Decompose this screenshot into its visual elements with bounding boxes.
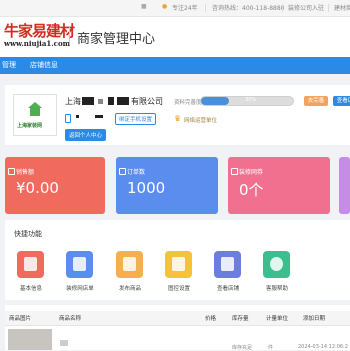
document-icon: [66, 251, 93, 278]
column-header: 库存量: [232, 316, 249, 322]
redacted-block: [95, 115, 103, 118]
slogan-text: 专注24年: [172, 5, 198, 12]
stat-label: 订单数: [127, 169, 146, 176]
divider: [282, 4, 283, 12]
service-icon: [263, 251, 290, 278]
view-store-button[interactable]: 查看店: [333, 96, 350, 106]
nav-item-manage[interactable]: 管理: [2, 60, 16, 70]
stat-value: 0个: [239, 181, 264, 199]
completeness-percent: 30%: [245, 97, 257, 103]
header-divider: [69, 27, 70, 45]
site-logo-url: www.niujia1.com: [4, 39, 71, 48]
completeness-progress-fill: [201, 97, 229, 105]
product-thumbnail[interactable]: [8, 329, 52, 350]
company-name-suffix: 有限公司: [131, 97, 163, 106]
column-header: 添加日期: [303, 316, 326, 322]
top-utility-bar: ■ ● 专注24年 咨询热线：400-118-8880 装修公司入驻 建材商: [0, 0, 350, 17]
materials-link[interactable]: 建材商: [334, 3, 350, 12]
nav-item-store-info[interactable]: 店铺信息: [30, 60, 58, 70]
smile-icon: [165, 251, 192, 278]
company-name: 上海: [65, 97, 81, 106]
redacted-block: [98, 99, 103, 104]
site-header: 牛家易建材 www.niujia1.com 商家管理中心: [0, 17, 350, 57]
main-nav: 管理 店铺信息: [0, 57, 350, 74]
site-logo[interactable]: 牛家易建材: [4, 20, 75, 41]
orders-icon: [119, 168, 126, 175]
redacted-block: [82, 97, 94, 105]
stat-label: 装修网券: [239, 169, 264, 176]
sales-stat-card[interactable]: 销售额 ¥0.00: [5, 157, 105, 214]
stat-value: ¥0.00: [16, 179, 59, 197]
column-header: 价格: [205, 316, 217, 322]
profile-icon: [17, 251, 44, 278]
hotline-text: 咨询热线：400-118-8880: [212, 5, 285, 12]
stat-card-partial[interactable]: [339, 157, 350, 214]
column-header: 商品名称: [59, 316, 82, 322]
bullet-icon: ■: [141, 3, 147, 10]
sales-icon: [8, 168, 15, 175]
complete-profile-button[interactable]: 去完善: [304, 96, 328, 106]
redacted-block: [108, 97, 114, 105]
coupon-icon: [231, 168, 238, 175]
join-link[interactable]: 装修公司入驻: [288, 3, 324, 12]
company-logo: 上海家装网: [13, 94, 57, 136]
date-cell: 2024-03-14 12:06:2: [298, 344, 348, 350]
redacted-block: [117, 97, 129, 105]
logo-caption: 上海家装网: [17, 123, 43, 129]
crown-icon: ♛: [174, 114, 182, 123]
membership-badge: 网络运营单位: [184, 118, 218, 124]
quick-actions-title: 快捷功能: [14, 230, 42, 238]
gift-icon: [116, 251, 143, 278]
stat-label: 销售额: [16, 169, 35, 176]
phone-icon: [65, 114, 71, 123]
divider: [205, 4, 206, 12]
orders-stat-card[interactable]: 订单数 1000: [116, 157, 218, 214]
page-title: 商家管理中心: [77, 32, 156, 47]
stat-value: 1000: [127, 179, 166, 197]
redacted-block: [76, 115, 79, 118]
store-icon: [214, 251, 241, 278]
badge-icon: ●: [162, 3, 168, 10]
coupons-stat-card[interactable]: 装修网券 0个: [228, 157, 330, 214]
table-header: 商品图片 商品名称 价格 库存量 计量单位 添加日期: [5, 311, 350, 326]
column-header: 商品图片: [9, 316, 32, 322]
redacted-block: [60, 340, 68, 346]
bind-phone-button[interactable]: 绑定手机设置: [115, 113, 157, 125]
divider: [328, 4, 329, 12]
personal-center-button[interactable]: 返回个人中心: [65, 129, 107, 141]
column-header: 计量单位: [266, 316, 289, 322]
